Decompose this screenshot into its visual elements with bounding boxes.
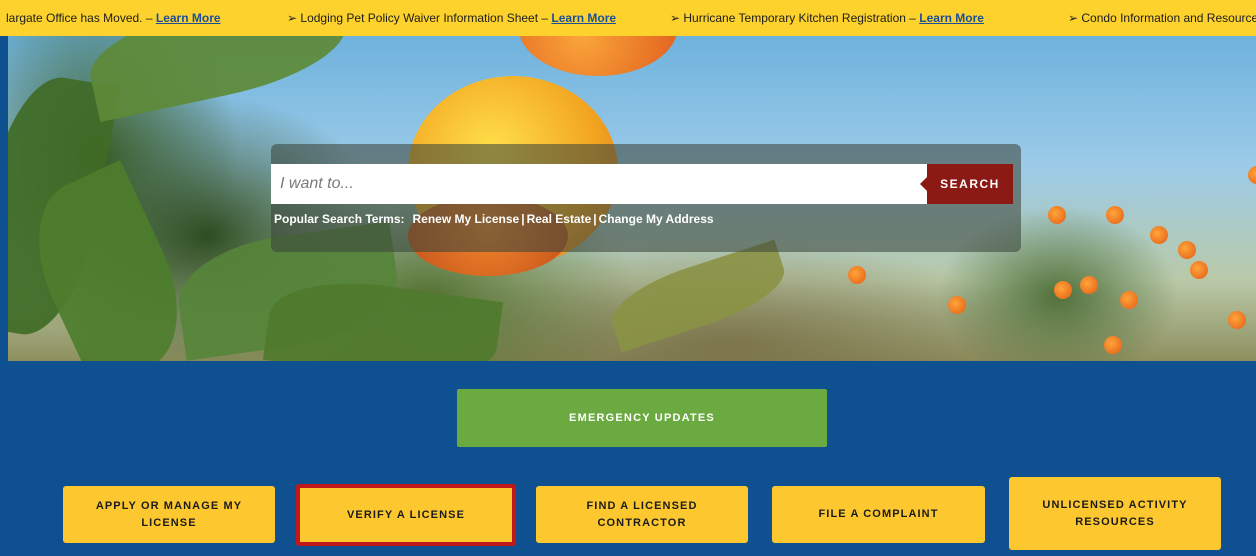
orange-decoration	[1080, 276, 1098, 294]
orange-decoration	[1104, 336, 1122, 354]
orange-decoration	[1248, 166, 1256, 184]
search-button-label: SEARCH	[940, 177, 1000, 191]
popular-search-label: Popular Search Terms:	[274, 212, 405, 226]
search-arrow-icon	[920, 177, 927, 191]
ticker-item: ➢ Lodging Pet Policy Waiver Information …	[287, 11, 616, 25]
ticker-text: ➢ Lodging Pet Policy Waiver Information …	[287, 11, 552, 25]
orange-decoration	[848, 266, 866, 284]
leaf-decoration	[81, 36, 355, 123]
apply-manage-license-button[interactable]: APPLY OR MANAGE MY LICENSE	[63, 486, 275, 543]
orange-decoration	[518, 36, 678, 76]
ticker-item: largate Office has Moved. – Learn More	[6, 11, 221, 25]
leaf-decoration	[603, 239, 793, 353]
verify-license-button[interactable]: VERIFY A LICENSE	[296, 484, 516, 546]
popular-search-terms: Popular Search Terms: Renew My License | Re…	[274, 212, 714, 226]
card-label: UNLICENSED ACTIVITY RESOURCES	[1042, 498, 1188, 528]
hero-image: SEARCH Popular Search Terms: Renew My Lic…	[8, 36, 1256, 361]
card-label: FILE A COMPLAINT	[818, 508, 939, 520]
orange-decoration	[1190, 261, 1208, 279]
orange-decoration	[1228, 311, 1246, 329]
learn-more-link[interactable]: Learn More	[551, 11, 616, 25]
card-label: VERIFY A LICENSE	[346, 508, 466, 521]
find-licensed-contractor-button[interactable]: FIND A LICENSED CONTRACTOR	[536, 486, 748, 543]
search-term-link[interactable]: Change My Address	[599, 212, 714, 226]
orange-decoration	[1178, 241, 1196, 259]
separator: |	[593, 212, 597, 226]
search-term-link[interactable]: Real Estate	[527, 212, 592, 226]
emergency-updates-button[interactable]: EMERGENCY UPDATES	[457, 389, 827, 447]
orange-decoration	[1054, 281, 1072, 299]
orange-decoration	[1106, 206, 1124, 224]
unlicensed-activity-resources-button[interactable]: UNLICENSED ACTIVITY RESOURCES	[1009, 477, 1221, 550]
orange-decoration	[948, 296, 966, 314]
file-complaint-button[interactable]: FILE A COMPLAINT	[772, 486, 985, 543]
announcement-ticker: largate Office has Moved. – Learn More ➢…	[0, 0, 1256, 36]
ticker-item: ➢ Condo Information and Resources	[1068, 11, 1256, 25]
emergency-updates-label: EMERGENCY UPDATES	[569, 412, 715, 424]
learn-more-link[interactable]: Learn More	[156, 11, 221, 25]
search-term-link[interactable]: Renew My License	[413, 212, 520, 226]
search-button[interactable]: SEARCH	[920, 164, 1013, 204]
ticker-text: largate Office has Moved. –	[6, 11, 156, 25]
learn-more-link[interactable]: Learn More	[919, 11, 984, 25]
orange-decoration	[1150, 226, 1168, 244]
card-label: APPLY OR MANAGE MY LICENSE	[95, 499, 243, 529]
ticker-text: ➢ Condo Information and Resources	[1068, 11, 1256, 25]
orange-decoration	[1120, 291, 1138, 309]
separator: |	[521, 212, 525, 226]
search-input[interactable]	[271, 164, 927, 204]
ticker-item: ➢ Hurricane Temporary Kitchen Registrati…	[670, 11, 984, 25]
orange-decoration	[1048, 206, 1066, 224]
ticker-text: ➢ Hurricane Temporary Kitchen Registrati…	[670, 11, 920, 25]
card-label: FIND A LICENSED CONTRACTOR	[586, 499, 698, 529]
